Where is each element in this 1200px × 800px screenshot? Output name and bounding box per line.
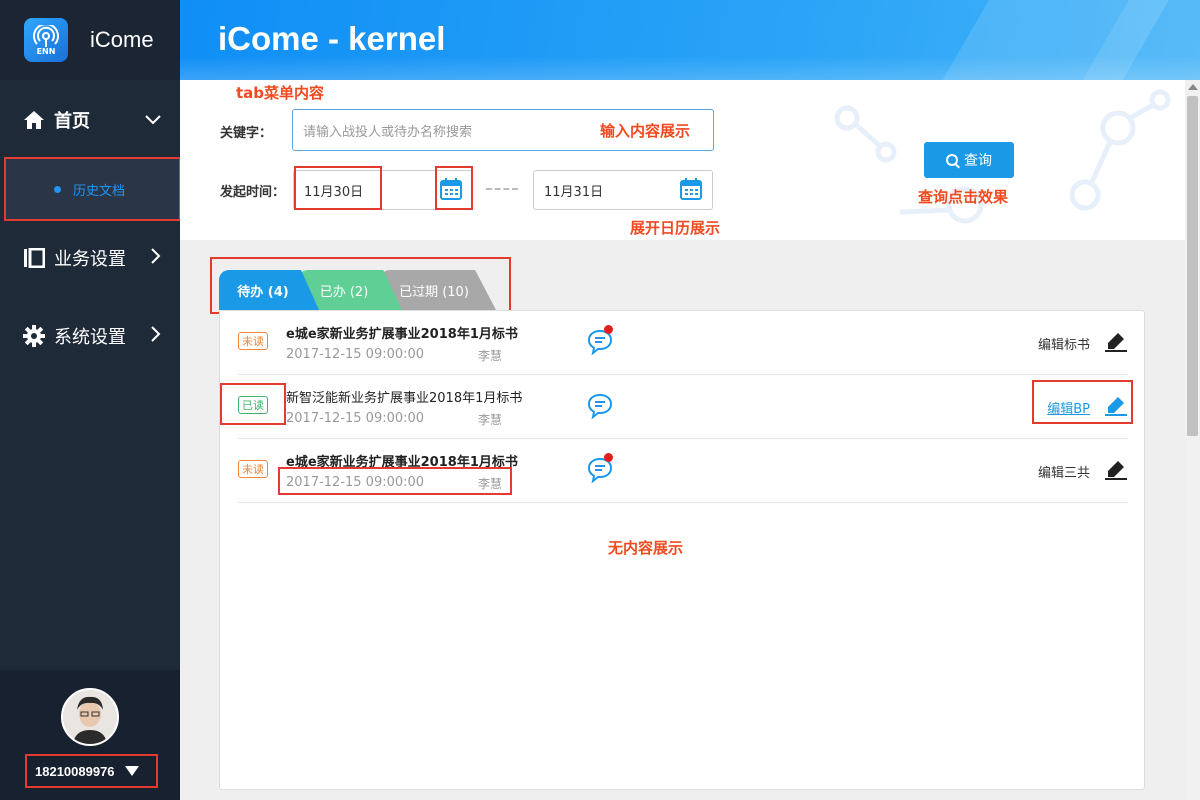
layout-icon — [22, 246, 46, 270]
edit-link[interactable]: 编辑BP — [1047, 398, 1090, 417]
row-title[interactable]: e城e家新业务扩展事业2018年1月标书 — [286, 323, 518, 342]
edit-link[interactable]: 编辑标书 — [1038, 334, 1090, 353]
annotation-calendar-expand: 展开日历展示 — [630, 219, 721, 237]
pencil-icon[interactable] — [1104, 331, 1128, 353]
annotation-query-effect: 查询点击效果 — [918, 188, 1009, 206]
app-logo: ENN — [24, 18, 68, 62]
status-badge: 未读 — [238, 332, 268, 350]
pencil-icon[interactable] — [1104, 459, 1128, 481]
annotation-no-content: 无内容展示 — [608, 539, 684, 557]
sidebar-subitem-label: 历史文档 — [73, 183, 126, 199]
annotation-input-display: 输入内容展示 — [600, 122, 691, 140]
unread-dot — [604, 453, 613, 462]
signal-icon — [33, 24, 59, 47]
sidebar-item-home[interactable]: 首页 — [0, 95, 180, 145]
annotation-tab-menu: tab菜单内容 — [236, 84, 325, 102]
status-badge: 未读 — [238, 460, 268, 478]
row-title[interactable]: 新智泛能新业务扩展事业2018年1月标书 — [286, 387, 522, 406]
logo-area: ENN iCome — [0, 0, 180, 80]
chevron-right-icon — [150, 247, 162, 270]
row-date: 2017-12-15 09:00:00 — [286, 347, 425, 362]
user-area: 18210089976 — [0, 670, 180, 800]
home-icon — [22, 108, 46, 132]
row-person: 李慧 — [478, 349, 503, 363]
keyword-placeholder: 请输入战投人或待办名称搜索 — [303, 124, 473, 140]
row-person: 李慧 — [478, 413, 503, 427]
calendar-icon[interactable] — [680, 178, 702, 204]
tab-label: 待办 (4) — [237, 284, 289, 300]
search-icon — [946, 154, 958, 166]
start-date-value: 11月30日 — [304, 184, 364, 200]
caret-down-icon — [124, 766, 139, 776]
date-range-separator — [486, 188, 518, 190]
search-panel: tab菜单内容 关键字： 请输入战投人或待办名称搜索 输入内容展示 发起时间： … — [180, 80, 1185, 240]
row-date: 2017-12-15 09:00:00 — [286, 475, 425, 490]
user-phone: 18210089976 — [35, 763, 115, 779]
table-row[interactable]: 未读 e城e家新业务扩展事业2018年1月标书 2017-12-15 09:00… — [238, 439, 1128, 503]
sidebar-subitem-history-docs[interactable]: 历史文档 — [4, 157, 181, 221]
sidebar: ENN iCome 首页 历史文档 业务设置 系统设置 18210089976 — [0, 0, 181, 800]
chevron-down-icon — [144, 110, 162, 131]
pencil-icon[interactable] — [1104, 395, 1128, 417]
user-account-dropdown[interactable]: 18210089976 — [25, 754, 158, 788]
sidebar-item-system-settings[interactable]: 系统设置 — [0, 311, 180, 361]
app-name: iCome — [90, 27, 154, 52]
bullet-icon — [54, 185, 61, 193]
tab-label: 已办 (2) — [319, 284, 369, 300]
tab-label: 已过期 (10) — [399, 284, 469, 300]
edit-link[interactable]: 编辑三共 — [1038, 462, 1090, 481]
unread-dot — [604, 325, 613, 334]
header-banner: iCome - kernel — [180, 0, 1200, 80]
sidebar-item-label: 首页 — [54, 111, 90, 132]
scrollbar-thumb[interactable] — [1187, 96, 1198, 436]
row-title[interactable]: e城e家新业务扩展事业2018年1月标书 — [286, 451, 518, 470]
sidebar-item-label: 业务设置 — [54, 249, 126, 270]
gear-icon — [22, 324, 46, 348]
chevron-right-icon — [150, 325, 162, 348]
start-time-label: 发起时间： — [220, 185, 286, 200]
row-person: 李慧 — [478, 477, 503, 491]
chat-bubble-icon[interactable] — [586, 392, 614, 420]
sidebar-item-label: 系统设置 — [54, 327, 126, 348]
scroll-up-arrow[interactable] — [1188, 84, 1198, 90]
table-row[interactable]: 未读 e城e家新业务扩展事业2018年1月标书 2017-12-15 09:00… — [238, 311, 1128, 375]
avatar[interactable] — [61, 688, 119, 746]
logo-text: ENN — [36, 46, 56, 56]
end-date-value: 11月31日 — [544, 184, 604, 200]
status-badge: 已读 — [238, 396, 268, 414]
query-button-label: 查询 — [964, 153, 992, 169]
task-list: 未读 e城e家新业务扩展事业2018年1月标书 2017-12-15 09:00… — [219, 310, 1145, 790]
row-date: 2017-12-15 09:00:00 — [286, 411, 425, 426]
calendar-icon[interactable] — [440, 178, 462, 204]
table-row[interactable]: 已读 新智泛能新业务扩展事业2018年1月标书 2017-12-15 09:00… — [238, 375, 1128, 439]
query-button[interactable]: 查询 — [924, 142, 1014, 178]
keyword-label: 关键字： — [220, 126, 273, 141]
sidebar-item-business-settings[interactable]: 业务设置 — [0, 233, 180, 283]
page-title: iCome - kernel — [218, 20, 446, 57]
